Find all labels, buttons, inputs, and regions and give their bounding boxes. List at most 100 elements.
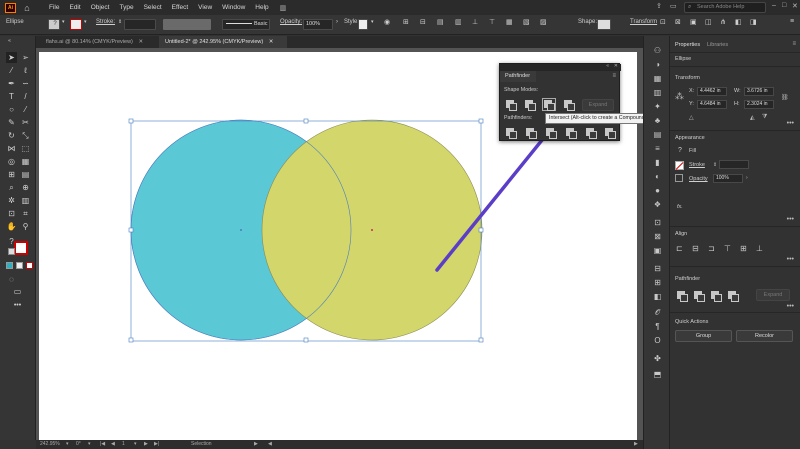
control-icon-e[interactable]: ⋔ (720, 18, 726, 26)
zoom-level[interactable]: 242.95% (40, 441, 60, 447)
control-icon-g[interactable]: ◨ (750, 18, 757, 26)
divide-button[interactable] (506, 128, 517, 139)
merge-button[interactable] (546, 128, 557, 139)
stroke-label[interactable]: Stroke: (96, 19, 115, 25)
align-icon-9[interactable]: ▨ (540, 18, 547, 26)
appearance-icon[interactable]: ● (652, 186, 663, 196)
align-vcenter-icon[interactable]: ⊞ (740, 244, 747, 253)
fill-swatch[interactable]: ? (48, 19, 60, 30)
brush-definition-field[interactable]: Basic (222, 19, 270, 30)
align-icon-2[interactable]: ⊟ (420, 18, 426, 26)
paragraph-icon[interactable]: ¶ (652, 322, 663, 332)
opacity-field[interactable]: 100% (303, 19, 333, 30)
transform-more-icon[interactable]: ••• (787, 120, 794, 127)
style-dropdown-icon[interactable]: ▾ (371, 19, 374, 25)
trim-button[interactable] (526, 128, 537, 139)
scrollbar-right-icon[interactable]: ▶ (634, 441, 638, 447)
gradient-tool-icon[interactable]: ▤ (20, 169, 31, 180)
fill-dropdown-icon[interactable]: ▾ (62, 19, 65, 25)
minimize-icon[interactable]: – (772, 2, 776, 9)
align-icon-3[interactable]: ▤ (437, 18, 444, 26)
blend-tool-icon[interactable]: ⊕ (20, 182, 31, 193)
type-tool-icon[interactable]: T (6, 91, 17, 102)
panel-close-icon[interactable]: ✕ (614, 63, 618, 69)
panel-menu-icon[interactable]: ≡ (612, 73, 616, 79)
rotation-value[interactable]: 0° (76, 441, 81, 447)
magic-wand-tool-icon[interactable]: ⁄ (6, 65, 17, 76)
line-tool-icon[interactable]: / (20, 91, 31, 102)
control-icon-f[interactable]: ◧ (735, 18, 742, 26)
control-menu-icon[interactable]: ≡ (790, 18, 794, 25)
handle-tm[interactable] (303, 118, 309, 124)
scrollbar-left-icon[interactable]: ◀ (268, 441, 272, 447)
artboard-dropdown-icon[interactable]: ▾ (134, 441, 137, 447)
panel-collapse-icon[interactable]: « (4, 39, 15, 50)
align-panel-icon[interactable]: ⊟ (652, 264, 663, 274)
group-button[interactable]: Group (675, 330, 732, 342)
minus-front-button[interactable] (525, 100, 536, 111)
symbol-sprayer-tool-icon[interactable]: ✲ (6, 195, 17, 206)
status-arrow-icon[interactable]: ▶ (254, 441, 258, 447)
edit-toolbar-icon[interactable]: ••• (12, 300, 23, 311)
unite-button[interactable] (506, 100, 517, 111)
appearance-more-icon[interactable]: ••• (787, 216, 794, 223)
y-field[interactable]: 4.6484 in (697, 100, 727, 109)
none-mode-icon[interactable] (26, 262, 33, 269)
tab-libraries[interactable]: Libraries (707, 42, 728, 48)
control-icon-b[interactable]: ⊠ (675, 18, 681, 26)
draw-mode-icon[interactable]: ◌ (6, 274, 17, 285)
opacity-props-field[interactable]: 100% (713, 174, 743, 183)
menu-effect[interactable]: Effect (167, 4, 194, 11)
opacity-label-props[interactable]: Opacity (689, 176, 708, 182)
color-mode-icon[interactable] (6, 262, 13, 269)
props-expand-button[interactable]: Expand (756, 289, 790, 301)
align-icon-1[interactable]: ⊞ (403, 18, 409, 26)
scale-tool-icon[interactable]: ⤡ (20, 130, 31, 141)
recolor-icon[interactable]: ◉ (384, 18, 390, 26)
paintbrush-tool-icon[interactable]: ⁄ (20, 104, 31, 115)
recolor-button[interactable]: Recolor (736, 330, 793, 342)
style-swatch[interactable] (358, 19, 368, 30)
handle-mr[interactable] (478, 227, 484, 233)
last-artboard-icon[interactable]: ▶| (154, 441, 159, 447)
align-left-icon[interactable]: ⊏ (676, 244, 683, 253)
layout-icon[interactable]: ▭ (670, 2, 677, 10)
next-artboard-icon[interactable]: ▶ (144, 441, 148, 447)
fx-label[interactable]: fx. (677, 204, 683, 210)
perspective-grid-tool-icon[interactable]: ▦ (20, 156, 31, 167)
align-icon-5[interactable]: ⊥ (472, 18, 478, 26)
menu-type[interactable]: Type (114, 4, 138, 11)
properties-icon[interactable]: ✤ (652, 354, 663, 364)
learn-icon[interactable]: ⚇ (652, 46, 663, 56)
stroke-weight-field[interactable] (124, 19, 156, 30)
stroke-icon[interactable]: ≡ (652, 144, 663, 154)
stroke-swatch-props[interactable] (675, 161, 684, 170)
search-input[interactable]: ⌕ Search Adobe Help (684, 2, 766, 13)
share-icon[interactable]: ⇪ (656, 2, 662, 10)
graph-tool-icon[interactable]: ▥ (20, 195, 31, 206)
pathfinder-more-icon[interactable]: ••• (787, 303, 794, 310)
gradient-icon[interactable]: ▮ (652, 158, 663, 168)
home-icon[interactable]: ⌂ (20, 1, 34, 15)
handle-tl[interactable] (128, 118, 134, 124)
control-icon-d[interactable]: ◫ (705, 18, 712, 26)
props-exclude-button[interactable] (728, 291, 739, 302)
rotate-icon[interactable]: △ (689, 114, 694, 121)
symbols-icon[interactable]: ♣ (652, 116, 663, 126)
handle-br[interactable] (478, 337, 484, 343)
gradient-mode-icon[interactable] (16, 262, 23, 269)
transparency-icon[interactable]: ◐ (652, 172, 663, 182)
graphic-styles-icon[interactable]: ▤ (652, 130, 663, 140)
fill-question-icon[interactable]: ? (678, 147, 682, 154)
w-field[interactable]: 3.6726 in (744, 87, 774, 96)
stroke-label[interactable]: Stroke (689, 162, 705, 168)
zoom-dropdown-icon[interactable]: ▾ (66, 441, 69, 447)
tab-untitled-2[interactable]: Untitled-2* @ 242.95% (CMYK/Preview) ✕ (159, 36, 287, 48)
rotate-tool-icon[interactable]: ↻ (6, 130, 17, 141)
pencil-tool-icon[interactable]: ✎ (6, 117, 17, 128)
screen-mode-icon[interactable]: ▭ (12, 286, 23, 297)
menu-select[interactable]: Select (139, 4, 167, 11)
panel-header[interactable]: « ✕ (500, 63, 621, 71)
reference-point-icon[interactable]: ⁂ (675, 91, 684, 102)
direct-selection-tool-icon[interactable]: ➢ (20, 52, 31, 63)
